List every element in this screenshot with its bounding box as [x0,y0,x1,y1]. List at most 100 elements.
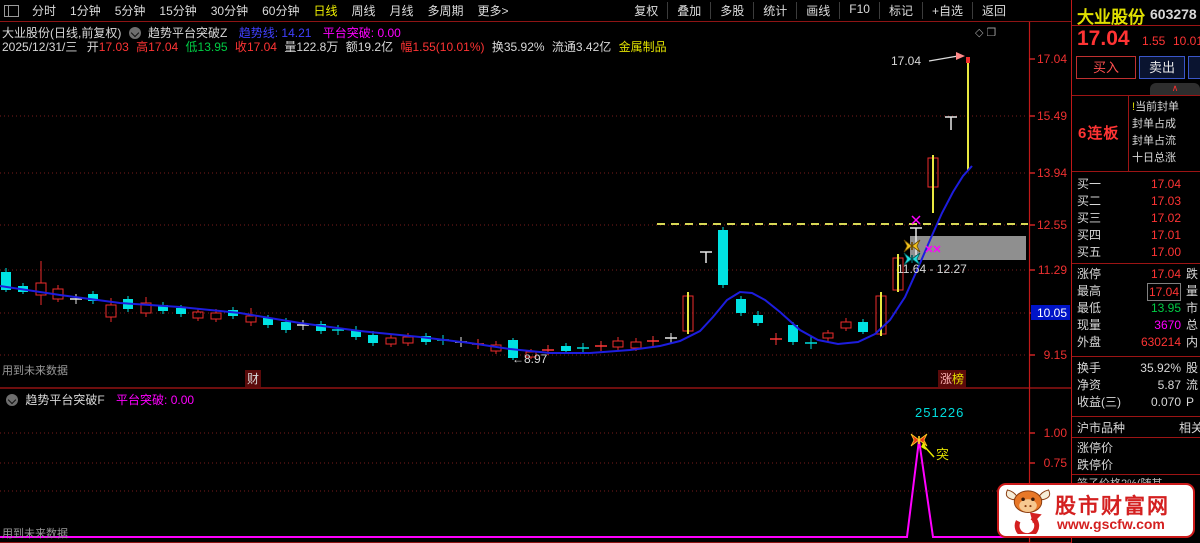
row-label: 涨停价 [1077,441,1114,455]
stat-value: 0.070 [1150,395,1181,409]
board-tag[interactable]: 涨榜 [938,370,967,387]
bid-price: 17.03 [1150,194,1181,208]
board-tag-char1: 涨 [940,372,953,386]
price-change: 1.55 [1142,34,1166,48]
watermark-cai: 财 [245,370,262,387]
btn-adjust-price[interactable]: 复权 [625,2,667,19]
bid-row-2[interactable]: 买二 17.03 [1077,193,1200,209]
tab-daily[interactable]: 日线 [313,2,337,19]
quote-panel: 大业股份 603278 17.04 1.55 10.01% 买入 卖出 ∧ 6连… [1071,0,1200,543]
section-label2: 相关 [1179,421,1200,435]
limit-streak-badge: 6连板 [1078,125,1120,142]
tab-fenshi[interactable]: 分时 [32,2,56,19]
tab-more[interactable]: 更多> [478,2,509,19]
stat-label2: 市 [1186,301,1199,315]
sub-break-value: 0.00 [170,393,195,407]
industry-tag[interactable]: 金属制品 [619,40,667,54]
svg-text:11.29: 11.29 [1038,263,1067,277]
collapse-tab[interactable]: ∧ [1150,83,1200,95]
low-price-label: ←8.97 [512,352,548,366]
btn-add-watchlist[interactable]: +自选 [921,2,972,19]
change-value: 1.55(10.01%) [412,40,485,54]
tab-1min[interactable]: 1分钟 [70,2,101,19]
signal-date-label: 251226 [915,405,965,420]
close-value: 17.04 [246,40,277,54]
buy-button[interactable]: 买入 [1076,56,1136,79]
stat-earnings: 收益(三) 0.070 P [1077,394,1200,410]
bid-price: 17.02 [1150,211,1181,225]
bid-row-4[interactable]: 买四 17.01 [1077,227,1200,243]
bid-label: 买三 [1077,211,1102,225]
amount-label: 额 [345,40,358,54]
last-price: 17.04 [1077,27,1130,50]
seal-line: 十日总涨 [1132,152,1176,164]
btn-statistics[interactable]: 统计 [753,2,796,19]
future-data-note-sub: 用到未来数据 [2,528,68,540]
bid-label: 买一 [1077,177,1102,191]
sell-button[interactable]: 卖出 [1139,56,1185,79]
diamond-icon[interactable]: ◇ [975,27,983,39]
tab-weekly[interactable]: 周线 [351,2,375,19]
svg-text:15.49: 15.49 [1037,109,1067,123]
limit-down-price-row: 跌停价 [1077,457,1200,473]
bid-label: 买四 [1077,228,1102,242]
tab-30min[interactable]: 30分钟 [211,2,248,19]
price-change-pct: 10.01% [1173,34,1200,48]
tab-multi-period[interactable]: 多周期 [428,2,464,19]
period-menubar: 分时 1分钟 5分钟 15分钟 30分钟 60分钟 日线 周线 月线 多周期 更… [0,0,1071,22]
seal-line-text: 当前封单 [1135,101,1180,113]
stock-code: 603278 [1150,6,1197,22]
site-logo[interactable]: 股市财富网 www.gscfw.com [997,483,1195,538]
stat-label: 现量 [1077,318,1102,332]
btn-back[interactable]: 返回 [971,2,1015,19]
stat-label: 外盘 [1077,335,1102,349]
split-pane-icon[interactable]: ❐ [987,27,997,39]
limit-up-price-row: 涨停价 [1077,440,1200,456]
turnover-value: 35.92% [503,40,545,54]
platform-range-label: 11.64 - 12.27 [897,262,967,276]
tab-15min[interactable]: 15分钟 [159,2,196,19]
bid-row-3[interactable]: 买三 17.02 [1077,210,1200,226]
bid-row-5[interactable]: 买五 17.00 [1077,244,1200,260]
change-label: 幅 [400,40,413,54]
svg-text:1.00: 1.00 [1044,426,1068,440]
stat-label: 涨停 [1077,267,1102,281]
collapse-sub-indicator-icon[interactable] [6,394,18,406]
stat-cur-vol: 现量 3670 总 [1077,317,1200,333]
breakout-signal-label: 突 [936,447,950,462]
btn-overlay[interactable]: 叠加 [667,2,710,19]
stat-label: 换手 [1077,361,1102,375]
btn-mark[interactable]: 标记 [878,2,922,19]
stat-label2: 量 [1186,284,1199,298]
tab-monthly[interactable]: 月线 [390,2,414,19]
period-tabs: 分时 1分钟 5分钟 15分钟 30分钟 60分钟 日线 周线 月线 多周期 更… [25,2,516,19]
stat-value: 17.04 [1146,283,1181,301]
btn-multi-stock[interactable]: 多股 [710,2,753,19]
open-label: 开 [86,40,99,54]
bid-row-1[interactable]: 买一 17.04 [1077,176,1200,192]
seal-divider [1128,95,1129,171]
svg-text:0.75: 0.75 [1044,456,1068,470]
stat-label: 最高 [1077,284,1102,298]
stat-value: 17.04 [1150,267,1181,281]
stat-label2: 股 [1186,361,1199,375]
tab-5min[interactable]: 5分钟 [115,2,146,19]
future-data-note-main: 用到未来数据 [2,365,68,377]
sub-indicator-name[interactable]: 趋势平台突破F [25,393,104,407]
stat-value: 5.87 [1157,378,1181,392]
btn-f10[interactable]: F10 [839,2,879,19]
logo-site-url[interactable]: www.gscfw.com [1057,516,1165,532]
tab-60min[interactable]: 60分钟 [262,2,299,19]
tool-menu: 复权 叠加 多股 统计 画线 F10 标记 +自选 返回 [625,2,1015,19]
trade-more-button[interactable] [1188,56,1200,79]
section-hu-market[interactable]: 沪市品种 相关 [1077,420,1200,436]
btn-draw-line[interactable]: 画线 [796,2,839,19]
stat-label2: 内 [1186,335,1199,349]
amount-value: 19.2亿 [357,40,394,54]
ohlc-line: 2025/12/31/三 开17.03 高17.04 低13.95 收17.04… [2,38,667,55]
layout-icon[interactable] [4,4,19,17]
svg-text:10.05: 10.05 [1037,306,1067,320]
bar-date: 2025/12/31/三 [2,40,78,54]
close-label: 收 [234,40,247,54]
stat-limit-up: 涨停 17.04 跌 [1077,266,1200,282]
